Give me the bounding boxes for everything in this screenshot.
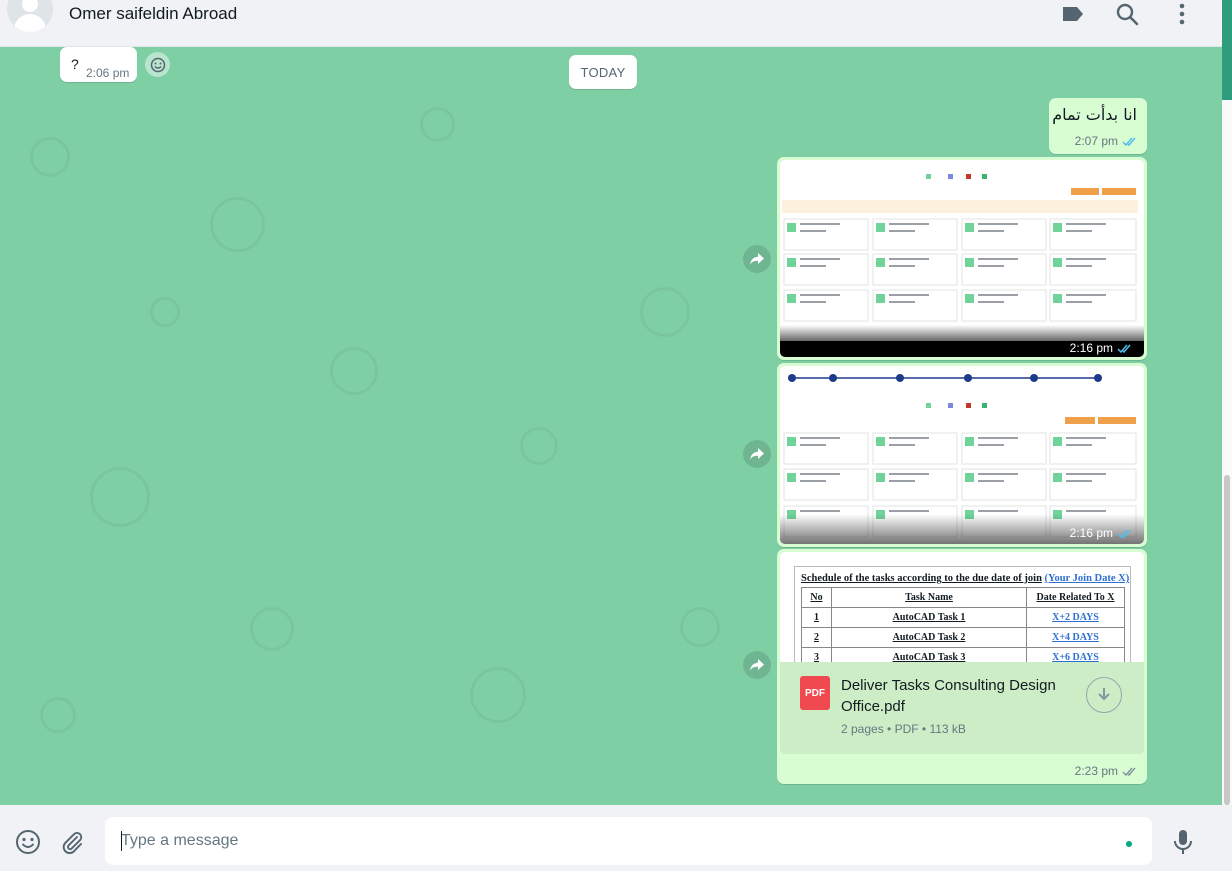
attach-icon[interactable] (58, 828, 86, 856)
preview-cell: X+6 DAYS (1026, 647, 1125, 662)
image-message[interactable]: 2:16 pm (777, 157, 1147, 360)
reaction-emoji-icon[interactable] (145, 52, 170, 77)
screenshot-preview (780, 366, 1144, 544)
message-time: 2:16 pm (1069, 341, 1113, 355)
read-receipt-icon (1117, 529, 1131, 538)
document-preview[interactable]: Schedule of the tasks according to the d… (780, 552, 1144, 662)
preview-cell: AutoCAD Task 2 (831, 627, 1027, 648)
screenshot-preview (780, 160, 1144, 357)
chat-header: Omer saifeldin Abroad (0, 0, 1222, 47)
contact-name[interactable]: Omer saifeldin Abroad (69, 4, 237, 24)
preview-header-cell: Task Name (831, 587, 1027, 608)
message-time: 2:07 pm (1074, 134, 1118, 148)
preview-header-cell: No (801, 587, 832, 608)
menu-icon[interactable] (1164, 0, 1200, 28)
search-icon[interactable] (1109, 0, 1145, 28)
preview-cell: 3 (801, 647, 832, 662)
label-icon[interactable] (1055, 0, 1091, 28)
composer-bar (0, 805, 1232, 871)
message-time: 2:06 pm (86, 66, 130, 80)
date-divider: TODAY (569, 55, 637, 89)
scrollbar-accent (1222, 0, 1232, 100)
forward-icon[interactable] (743, 245, 771, 273)
contact-avatar[interactable] (7, 0, 53, 32)
message-list[interactable]: TODAY ? 2:06 pm انا بدأت تمام 2:07 pm 2:… (0, 47, 1222, 805)
image-thumbnail[interactable]: 2:16 pm (780, 160, 1144, 357)
text-caret (121, 831, 122, 851)
message-input-box[interactable] (105, 817, 1152, 865)
download-icon (1098, 688, 1110, 701)
preview-header-cell: Date Related To X (1026, 587, 1125, 608)
pdf-file-icon: PDF (800, 676, 830, 710)
preview-cell: 1 (801, 607, 832, 628)
download-button[interactable] (1086, 677, 1122, 713)
preview-heading-link: (Your Join Date X) (1044, 573, 1130, 584)
preview-cell: AutoCAD Task 1 (831, 607, 1027, 628)
read-receipt-icon (1117, 344, 1131, 353)
image-message[interactable]: 2:16 pm (777, 363, 1147, 547)
preview-cell: 2 (801, 627, 832, 648)
status-dot (1126, 841, 1132, 847)
preview-cell: AutoCAD Task 3 (831, 647, 1027, 662)
preview-heading: Schedule of the tasks according to the d… (801, 573, 1042, 584)
file-card[interactable]: PDF Deliver Tasks Consulting Design Offi… (780, 662, 1144, 754)
microphone-icon[interactable] (1170, 828, 1196, 856)
message-text: ? (71, 56, 79, 72)
preview-table: No Task Name Date Related To X 1 AutoCAD… (801, 587, 1125, 662)
delivered-receipt-icon (1122, 767, 1136, 776)
forward-icon[interactable] (743, 651, 771, 679)
incoming-message[interactable]: ? 2:06 pm (60, 47, 137, 82)
message-time: 2:16 pm (1069, 526, 1113, 540)
read-receipt-icon (1122, 137, 1136, 146)
forward-icon[interactable] (743, 440, 771, 468)
file-meta: 2 pages • PDF • 113 kB (841, 722, 966, 736)
preview-cell: X+4 DAYS (1026, 627, 1125, 648)
message-time: 2:23 pm (1074, 764, 1118, 778)
outgoing-message[interactable]: انا بدأت تمام 2:07 pm (1049, 98, 1147, 154)
image-thumbnail[interactable]: 2:16 pm (780, 366, 1144, 544)
emoji-icon[interactable] (14, 828, 42, 856)
file-name: Deliver Tasks Consulting Design Office.p… (841, 677, 1056, 715)
message-text: انا بدأت تمام (1052, 105, 1137, 124)
scrollbar-thumb[interactable] (1224, 475, 1230, 805)
message-input[interactable] (119, 827, 1099, 855)
document-message[interactable]: Schedule of the tasks according to the d… (777, 549, 1147, 784)
preview-cell: X+2 DAYS (1026, 607, 1125, 628)
